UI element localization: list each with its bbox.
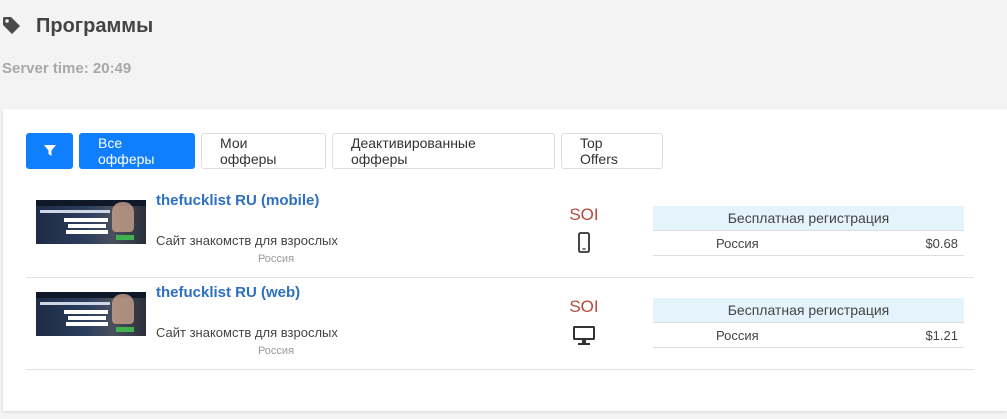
offer-description: Сайт знакомств для взрослых bbox=[156, 233, 338, 248]
payout-row: Россия $0.68 bbox=[653, 231, 964, 256]
payout-country: Россия bbox=[716, 327, 759, 343]
tab-deactivated-offers[interactable]: Деактивированные офферы bbox=[332, 133, 555, 169]
payout-table: Бесплатная регистрация Россия $0.68 bbox=[653, 206, 964, 256]
payout-header: Бесплатная регистрация bbox=[653, 298, 964, 323]
offers-panel: Все офферы Мои офферы Деактивированные о… bbox=[3, 109, 1007, 411]
offer-thumbnail[interactable] bbox=[36, 292, 146, 336]
payout-row: Россия $1.21 bbox=[653, 323, 964, 348]
tab-all-offers[interactable]: Все офферы bbox=[79, 133, 195, 169]
offer-country: Россия bbox=[257, 345, 295, 357]
filter-button[interactable] bbox=[26, 133, 73, 169]
payout-table: Бесплатная регистрация Россия $1.21 bbox=[653, 298, 964, 348]
payout-amount: $1.21 bbox=[925, 327, 958, 343]
offer-filter-toolbar: Все офферы Мои офферы Деактивированные о… bbox=[26, 133, 663, 169]
tab-top-offers[interactable]: Top Offers bbox=[561, 133, 663, 169]
offer-row: thefucklist RU (mobile) Сайт знакомств д… bbox=[26, 186, 974, 278]
page-title: Программы bbox=[36, 14, 154, 37]
offer-description: Сайт знакомств для взрослых bbox=[156, 325, 338, 340]
tab-my-offers[interactable]: Мои офферы bbox=[201, 133, 326, 169]
mobile-icon bbox=[572, 231, 596, 255]
offer-country: Россия bbox=[257, 253, 295, 265]
payout-header: Бесплатная регистрация bbox=[653, 206, 964, 231]
page-header: Программы bbox=[2, 10, 153, 42]
server-time: Server time: 20:49 bbox=[2, 60, 132, 77]
payout-amount: $0.68 bbox=[925, 235, 958, 251]
conversion-type: SOI bbox=[569, 205, 599, 224]
offer-thumbnail[interactable] bbox=[36, 200, 146, 244]
filter-icon bbox=[43, 145, 56, 156]
offer-name-link[interactable]: thefucklist RU (mobile) bbox=[156, 192, 319, 209]
offer-name-link[interactable]: thefucklist RU (web) bbox=[156, 284, 300, 301]
offer-row: thefucklist RU (web) Сайт знакомств для … bbox=[26, 278, 974, 370]
conversion-type: SOI bbox=[569, 297, 599, 316]
desktop-icon bbox=[572, 323, 596, 347]
tag-icon bbox=[2, 16, 22, 36]
payout-country: Россия bbox=[716, 235, 759, 251]
